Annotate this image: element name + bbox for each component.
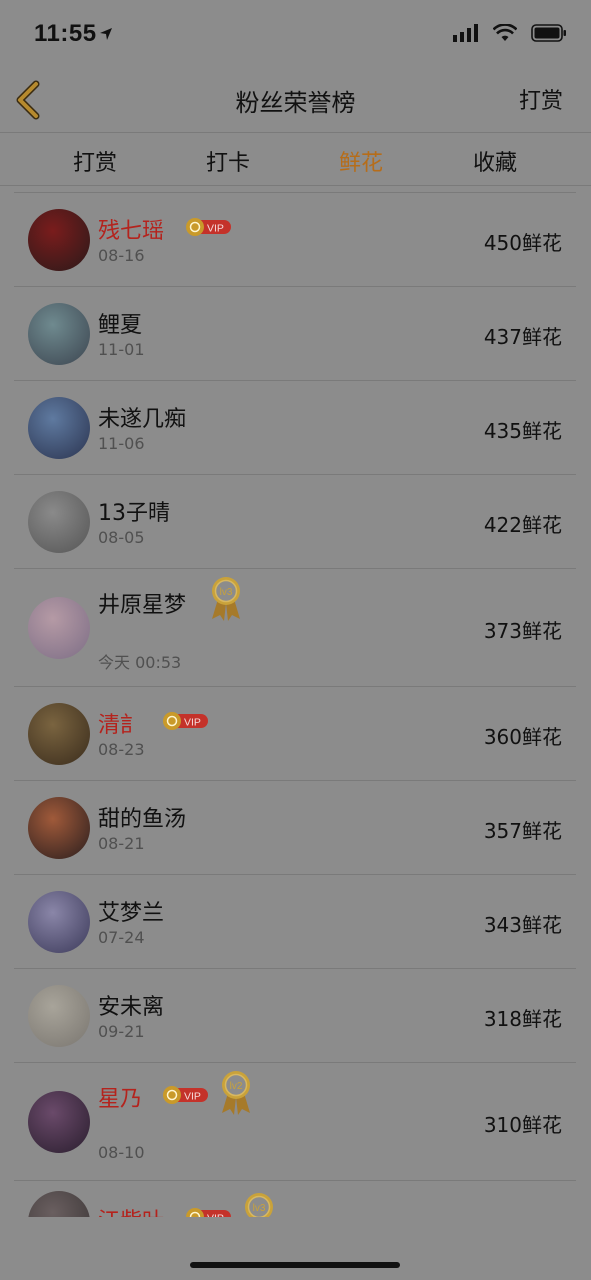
svg-text:VIP: VIP <box>207 223 224 235</box>
avatar[interactable] <box>28 1191 90 1217</box>
ranking-row[interactable]: 鲤夏 11-01 437鲜花 <box>14 287 576 381</box>
flower-count: 422鲜花 <box>483 513 562 537</box>
fan-date: 08-21 <box>98 834 145 853</box>
level-medal-icon: lv3 <box>208 575 244 623</box>
wifi-icon <box>492 23 518 46</box>
flower-count: 437鲜花 <box>483 325 562 349</box>
avatar[interactable] <box>28 797 90 859</box>
cellular-signal-icon <box>453 24 479 46</box>
avatar[interactable] <box>28 1091 90 1153</box>
avatar[interactable] <box>28 985 90 1047</box>
ranking-row[interactable]: 艾梦兰 07-24 343鲜花 <box>14 875 576 969</box>
svg-text:lv3: lv3 <box>253 1203 266 1214</box>
ranking-row[interactable]: 安未离 09-21 318鲜花 <box>14 969 576 1063</box>
fan-name: 清訁 <box>98 713 143 738</box>
ranking-row[interactable]: 江紫叶 VIP lv3 <box>14 1181 576 1217</box>
fan-name: 星乃 <box>98 1087 143 1112</box>
svg-text:VIP: VIP <box>184 717 201 729</box>
svg-text:lv3: lv3 <box>220 587 233 598</box>
fan-date: 08-05 <box>98 528 145 547</box>
flower-count: 318鲜花 <box>483 1007 562 1031</box>
fan-date: 今天 00:53 <box>98 653 182 672</box>
ranking-row[interactable]: 残七瑶 VIP 08-16 450鲜花 <box>14 193 576 287</box>
status-bar: 11:55 <box>0 0 591 70</box>
location-arrow-icon <box>98 26 114 46</box>
tab-checkin[interactable]: 打卡 <box>173 145 283 177</box>
vip-badge-icon: VIP <box>162 1085 210 1105</box>
fan-date: 09-21 <box>98 1022 145 1041</box>
fan-date: 11-01 <box>98 340 145 359</box>
ranking-row[interactable]: 星乃 VIP lv2 08-10 310鲜花 <box>14 1063 576 1181</box>
fan-date: 08-10 <box>98 1143 145 1162</box>
avatar[interactable] <box>28 891 90 953</box>
ranking-row[interactable]: 未遂几痴 11-06 435鲜花 <box>14 381 576 475</box>
flower-count: 373鲜花 <box>483 619 562 643</box>
svg-text:VIP: VIP <box>207 1213 224 1218</box>
fan-date: 08-23 <box>98 740 145 759</box>
svg-text:lv2: lv2 <box>230 1081 243 1092</box>
battery-icon <box>531 24 567 46</box>
flower-count: 310鲜花 <box>483 1113 562 1137</box>
flower-count: 435鲜花 <box>483 419 562 443</box>
navigation-bar: 粉丝荣誉榜 打赏 <box>0 70 591 133</box>
avatar[interactable] <box>28 209 90 271</box>
tab-tip[interactable]: 打赏 <box>40 145 150 177</box>
flower-count: 450鲜花 <box>483 231 562 255</box>
status-time: 11:55 <box>34 20 97 47</box>
ranking-row[interactable]: 清訁 VIP 08-23 360鲜花 <box>14 687 576 781</box>
ranking-row[interactable]: 甜的鱼汤 08-21 357鲜花 <box>14 781 576 875</box>
tab-favorites[interactable]: 收藏 <box>440 145 550 177</box>
vip-badge-icon: VIP <box>185 1207 233 1217</box>
page-title: 粉丝荣誉榜 <box>235 89 356 117</box>
ranking-row[interactable]: 13子晴 08-05 422鲜花 <box>14 475 576 569</box>
fan-date: 07-24 <box>98 928 145 947</box>
avatar[interactable] <box>28 491 90 553</box>
level-medal-icon: lv3 <box>241 1191 277 1217</box>
fan-name: 未遂几痴 <box>98 407 187 432</box>
avatar[interactable] <box>28 703 90 765</box>
flower-count: 343鲜花 <box>483 913 562 937</box>
fan-name: 江紫叶 <box>98 1203 164 1217</box>
flower-count: 357鲜花 <box>483 819 562 843</box>
avatar[interactable] <box>28 597 90 659</box>
fan-name: 鲤夏 <box>98 313 143 338</box>
vip-badge-icon: VIP <box>185 217 233 237</box>
fan-name: 艾梦兰 <box>98 901 165 926</box>
vip-badge-icon: VIP <box>162 711 210 731</box>
home-indicator[interactable] <box>190 1262 400 1268</box>
fan-date: 11-06 <box>98 434 145 453</box>
fan-name: 13子晴 <box>98 501 170 526</box>
avatar[interactable] <box>28 303 90 365</box>
fan-name: 残七瑶 <box>98 219 165 244</box>
tab-flowers[interactable]: 鲜花 <box>306 145 416 177</box>
flower-count: 360鲜花 <box>483 725 562 749</box>
category-tabs: 打赏 打卡 鲜花 收藏 <box>0 133 591 186</box>
fan-name: 井原星梦 <box>98 593 187 618</box>
tip-button[interactable]: 打赏 <box>519 83 563 115</box>
level-medal-icon: lv2 <box>218 1069 254 1117</box>
fan-date: 08-16 <box>98 246 145 265</box>
fan-ranking-list: 残七瑶 VIP 08-16 450鲜花鲤夏 11-01 437鲜花未遂几痴 11-06 4… <box>14 192 576 1217</box>
fan-name: 甜的鱼汤 <box>98 807 187 832</box>
avatar[interactable] <box>28 397 90 459</box>
ranking-row[interactable]: 井原星梦 lv3 今天 00:53 373鲜花 <box>14 569 576 687</box>
svg-text:VIP: VIP <box>184 1091 201 1103</box>
fan-name: 安未离 <box>98 995 165 1020</box>
